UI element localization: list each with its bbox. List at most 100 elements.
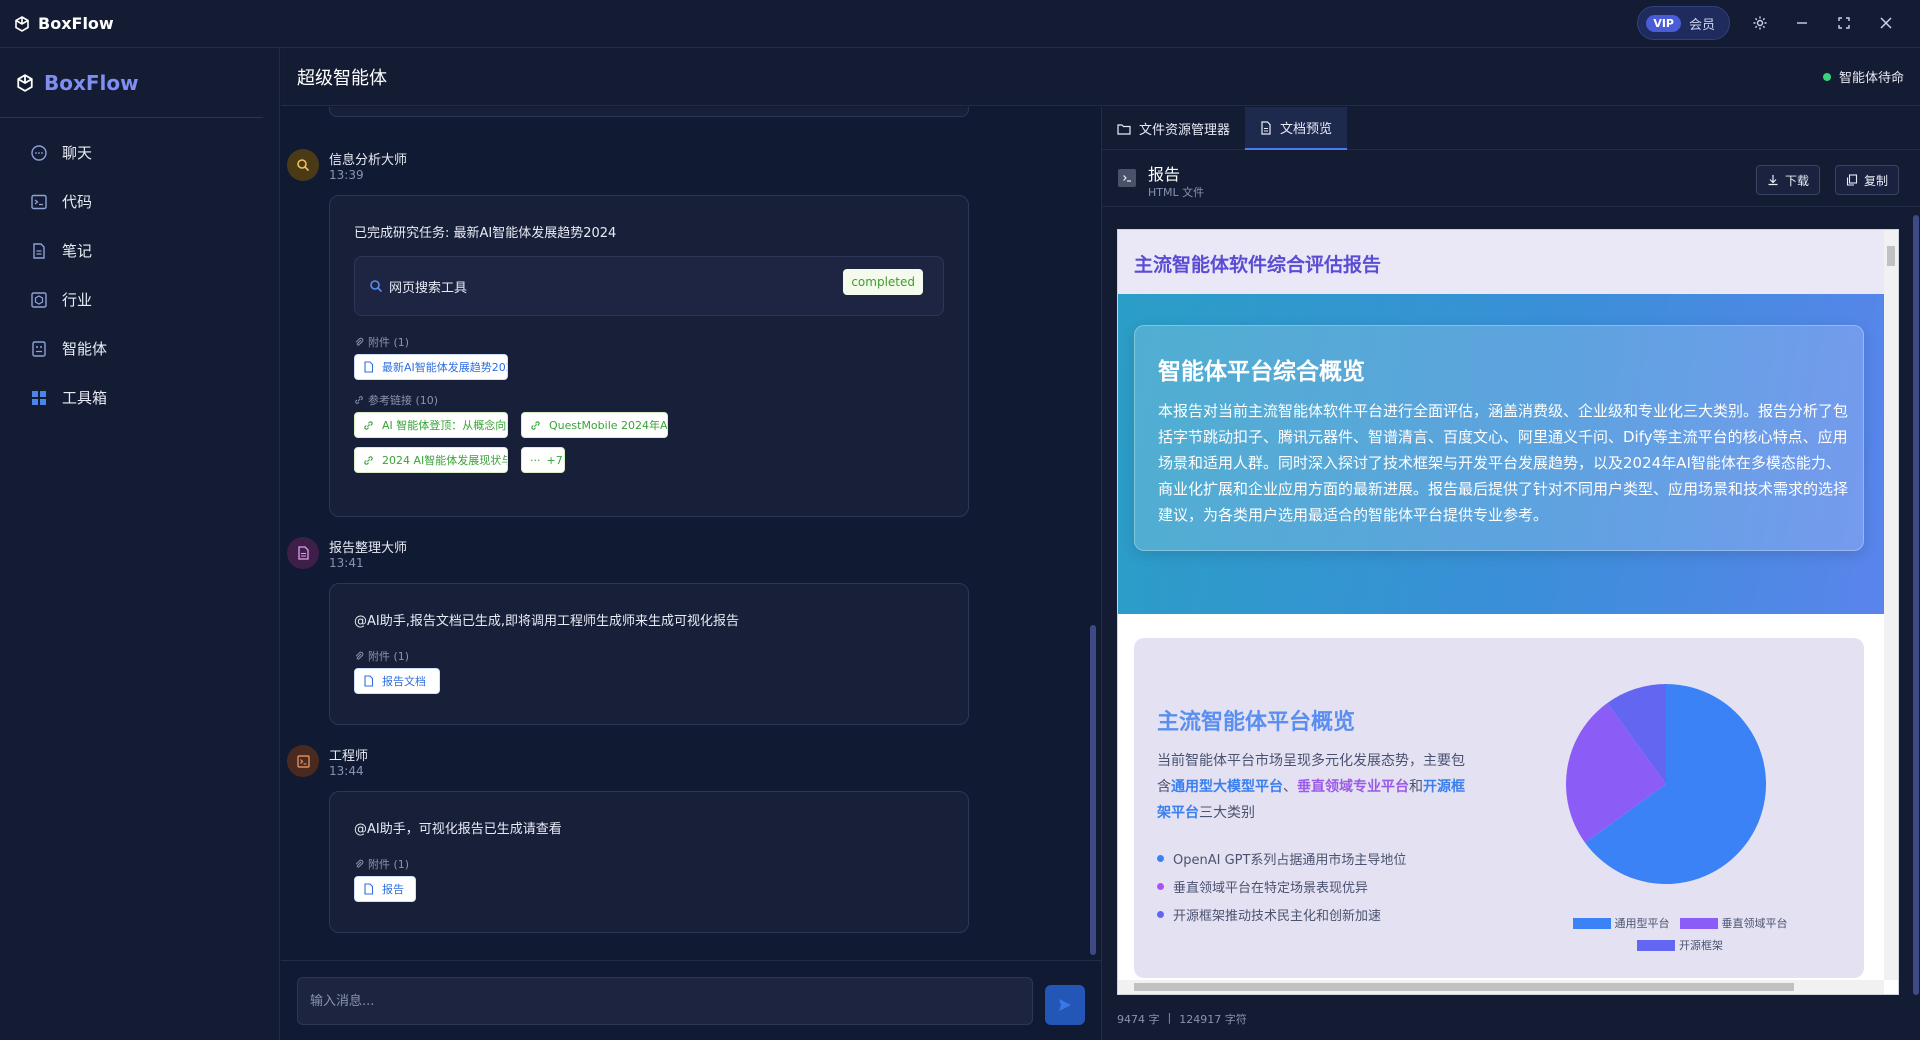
char-count: 124917 字符: [1179, 1013, 1247, 1026]
sidebar-item-notes[interactable]: 笔记: [0, 226, 279, 275]
maximize-icon[interactable]: [1832, 11, 1856, 35]
file-icon: [363, 675, 374, 687]
attachments-label: 附件 (1): [354, 648, 409, 664]
report-header: 主流智能体软件综合评估报告: [1118, 230, 1884, 294]
tab-document-preview[interactable]: 文档预览: [1245, 107, 1348, 150]
previous-message-bubble: [329, 107, 969, 117]
attachments-label: 附件 (1): [354, 856, 409, 872]
legend-label: 垂直领域平台: [1721, 917, 1788, 930]
legend-item: 开源框架: [1637, 937, 1723, 953]
more-icon: ···: [530, 453, 541, 467]
paperclip-icon: [355, 651, 364, 660]
attachment-chip[interactable]: 最新AI智能体发展趋势202...: [354, 354, 508, 380]
vip-tag: VIP: [1646, 14, 1681, 32]
toolbox-icon: [30, 389, 48, 407]
message-author: 工程师: [329, 749, 369, 764]
links-label: 参考链接 (10): [354, 392, 438, 408]
minimize-icon[interactable]: [1790, 11, 1814, 35]
industry-icon: [30, 291, 48, 309]
close-icon[interactable]: [1874, 11, 1898, 35]
tool-call-card[interactable]: 网页搜索工具 completed: [354, 256, 944, 316]
sidebar-item-code[interactable]: 代码: [0, 177, 279, 226]
panel-scrollbar[interactable]: [1913, 215, 1919, 995]
sidebar: BoxFlow 聊天 代码 笔记 行业 智能体 工具箱: [0, 48, 280, 1040]
legend-swatch: [1679, 917, 1718, 929]
bullet-dot: [1157, 854, 1164, 862]
terminal-icon: [296, 754, 310, 768]
chat-icon: [30, 144, 48, 162]
settings-icon[interactable]: [1748, 11, 1772, 35]
overview-body: 本报告对当前主流智能体软件平台进行全面评估，涵盖消费级、企业级和专业化三大类别。…: [1158, 402, 1849, 524]
sidebar-item-agents[interactable]: 智能体: [0, 324, 279, 373]
message-bubble: @AI助手,报告文档已生成,即将调用工程师生成师来生成可视化报告 附件 (1) …: [329, 583, 969, 725]
more-links-chip[interactable]: ··· +7: [521, 447, 565, 473]
scroll-thumb[interactable]: [1134, 983, 1794, 991]
message-text: @AI助手，可视化报告已生成请查看: [354, 822, 562, 837]
avatar: [287, 149, 319, 181]
platform-pie-chart: [1566, 684, 1766, 884]
legend-swatch: [1637, 939, 1675, 951]
vip-member-button[interactable]: VIP 会员: [1637, 6, 1730, 40]
platform-overview-intro: 当前智能体平台市场呈现多元化发展态势，主要包含通用型大模型平台、垂直领域专业平台…: [1157, 753, 1465, 821]
tool-name: 网页搜索工具: [389, 281, 468, 296]
link-icon: [355, 396, 363, 404]
file-header: 报告 HTML 文件 下载 复制: [1102, 151, 1920, 207]
avatar: [287, 745, 319, 777]
legend-item: 通用型平台: [1572, 915, 1670, 931]
attachments-label: 附件 (1): [354, 334, 409, 350]
attachment-chip[interactable]: 报告文档: [354, 668, 440, 694]
chat-messages[interactable]: 信息分析大师 13:39 已完成研究任务: 最新AI智能体发展趋势2024 网页…: [281, 107, 1101, 960]
sidebar-brand-name: BoxFlow: [44, 70, 139, 95]
message-bubble: @AI助手，可视化报告已生成请查看 附件 (1) 报告: [329, 791, 969, 933]
document-preview[interactable]: 主流智能体软件综合评估报告 智能体平台综合概览 本报告对当前主流智能体软件平台进…: [1117, 229, 1899, 995]
download-button[interactable]: 下载: [1756, 165, 1821, 195]
file-icon: [363, 883, 374, 895]
legend-label: 通用型平台: [1614, 917, 1670, 930]
link-icon: [363, 420, 374, 431]
title-bar: BoxFlow VIP 会员: [0, 0, 1920, 48]
sidebar-item-chat[interactable]: 聊天: [0, 128, 279, 177]
scroll-thumb[interactable]: [1887, 246, 1895, 266]
overview-title: 智能体平台综合概览: [1158, 359, 1365, 385]
reference-link-chip[interactable]: AI 智能体登顶：从概念向...: [354, 412, 508, 438]
reference-link-chip[interactable]: QuestMobile 2024年AI智...: [521, 412, 668, 438]
link-icon: [363, 455, 374, 466]
copy-icon: [1846, 174, 1858, 186]
legend-label: 开源框架: [1679, 939, 1723, 952]
message-input[interactable]: [298, 978, 1032, 1024]
file-name: 报告: [1148, 165, 1181, 184]
sidebar-item-label: 行业: [62, 291, 93, 309]
paperclip-icon: [355, 337, 364, 346]
word-count: 9474 字: [1117, 1013, 1160, 1026]
stats-separator: |: [1167, 1011, 1172, 1024]
status-badge: completed: [843, 269, 923, 295]
status-text: 智能体待命: [1838, 71, 1904, 86]
message-input-wrapper: [297, 977, 1033, 1025]
bullet-item: 开源框架推动技术民主化和创新加速: [1157, 900, 1406, 928]
app-title: BoxFlow: [38, 14, 114, 33]
document-icon: [297, 546, 309, 560]
sidebar-brand: BoxFlow: [0, 48, 263, 118]
chat-header: 超级智能体 智能体待命: [281, 48, 1920, 106]
message-time: 13:44: [329, 764, 364, 778]
send-icon: [1059, 999, 1071, 1011]
attachment-chip[interactable]: 报告: [354, 876, 416, 902]
preview-horizontal-scrollbar[interactable]: [1118, 980, 1884, 994]
search-icon: [297, 159, 310, 172]
folder-icon: [1117, 123, 1131, 135]
chat-scrollbar[interactable]: [1090, 625, 1096, 955]
pie-legend: 通用型平台 垂直领域平台开源框架: [1560, 912, 1800, 956]
preview-vertical-scrollbar[interactable]: [1884, 230, 1898, 980]
legend-item: 垂直领域平台: [1679, 915, 1788, 931]
reference-link-chip[interactable]: 2024 AI智能体发展现状与...: [354, 447, 508, 473]
copy-button[interactable]: 复制: [1835, 165, 1900, 195]
sidebar-item-industry[interactable]: 行业: [0, 275, 279, 324]
tab-file-explorer[interactable]: 文件资源管理器: [1102, 107, 1245, 150]
sidebar-item-toolbox[interactable]: 工具箱: [0, 373, 279, 422]
send-button[interactable]: [1045, 985, 1085, 1025]
terminal-icon: [1118, 169, 1136, 187]
overview-card: 智能体平台综合概览 本报告对当前主流智能体软件平台进行全面评估，涵盖消费级、企业…: [1134, 325, 1864, 551]
message-time: 13:39: [329, 168, 364, 182]
platform-overview-title: 主流智能体平台概览: [1157, 710, 1356, 735]
platform-bullets: OpenAI GPT系列占据通用市场主导地位 垂直领域平台在特定场景表现优异 开…: [1157, 844, 1406, 928]
